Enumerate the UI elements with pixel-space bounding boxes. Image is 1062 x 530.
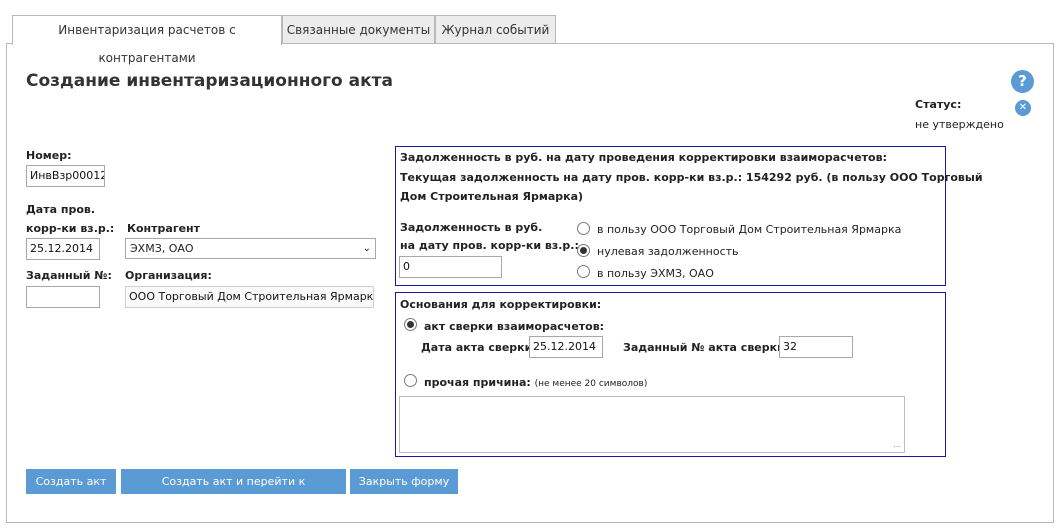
chevron-down-icon: ⌄ [362, 243, 371, 254]
radio-debt-zero-label: нулевая задолженность [597, 245, 739, 258]
organization-field: ООО Торговый Дом Строительная Ярмарка [125, 286, 374, 308]
radio-debt-org[interactable] [577, 222, 590, 235]
create-and-approve-button[interactable]: Создать акт и перейти к утверждению [121, 469, 346, 513]
other-reason-hint: (не менее 20 символов) [534, 379, 648, 389]
date-label-line2: корр-ки вз.р.: [26, 222, 115, 235]
page-title: Создание инвентаризационного акта [26, 71, 393, 91]
debt-input-label-line1: Задолженность в руб. [400, 221, 543, 234]
create-act-button[interactable]: Создать акт [26, 469, 116, 494]
act-number-input[interactable]: 32 [779, 336, 853, 358]
counterparty-value: ЭХМЗ, ОАО [130, 242, 194, 255]
help-icon[interactable]: ? [1011, 70, 1034, 93]
close-form-button[interactable]: Закрыть форму [350, 469, 458, 494]
organization-label: Организация: [125, 269, 212, 282]
act-date-input[interactable]: 25.12.2014 [529, 336, 603, 358]
radio-debt-zero[interactable] [577, 244, 590, 257]
other-reason-textarea[interactable] [399, 396, 905, 453]
number-input[interactable]: ИнвВзр00012 [26, 165, 105, 187]
counterparty-select[interactable]: ЭХМЗ, ОАО ⌄ [125, 238, 376, 259]
other-reason-label-text: прочая причина: [424, 376, 531, 389]
radio-debt-counterparty[interactable] [577, 265, 590, 278]
counterparty-label: Контрагент [127, 222, 201, 235]
radio-reconciliation-act[interactable] [404, 318, 417, 331]
debt-header: Задолженность в руб. на дату проведения … [400, 151, 887, 164]
basis-header: Основания для корректировки: [400, 298, 602, 311]
resize-handle-icon[interactable]: ⋯ [893, 442, 901, 451]
debt-current-line2: Дом Строительная Ярмарка) [400, 190, 584, 203]
tab-related-documents[interactable]: Связанные документы [282, 15, 435, 44]
other-reason-label: прочая причина: (не менее 20 символов) [424, 376, 647, 389]
debt-input-label-line2: на дату пров. корр-ки вз.р.: [400, 239, 579, 252]
act-number-label: Заданный № акта сверки: [623, 341, 790, 354]
set-number-label: Заданный №: [26, 269, 112, 282]
tab-inventory[interactable]: Инвентаризация расчетов с контрагентами [12, 15, 282, 65]
act-date-label: Дата акта сверки: [421, 341, 537, 354]
tab-event-log[interactable]: Журнал событий [435, 15, 556, 44]
reconciliation-act-label: акт сверки взаиморасчетов: [424, 320, 605, 333]
set-number-input[interactable] [26, 286, 100, 308]
close-icon[interactable]: ✕ [1015, 100, 1031, 116]
date-label-line1: Дата пров. [26, 203, 96, 216]
number-label: Номер: [26, 149, 72, 162]
debt-amount-input[interactable]: 0 [399, 256, 502, 278]
radio-debt-counterparty-label: в пользу ЭХМЗ, ОАО [597, 267, 714, 280]
debt-current-line1: Текущая задолженность на дату пров. корр… [400, 171, 983, 184]
status-label: Статус: [915, 98, 962, 111]
radio-other-reason[interactable] [404, 374, 417, 387]
date-input[interactable]: 25.12.2014 [26, 238, 100, 260]
status-value: не утверждено [915, 118, 1004, 131]
radio-debt-org-label: в пользу ООО Торговый Дом Строительная Я… [597, 223, 902, 236]
